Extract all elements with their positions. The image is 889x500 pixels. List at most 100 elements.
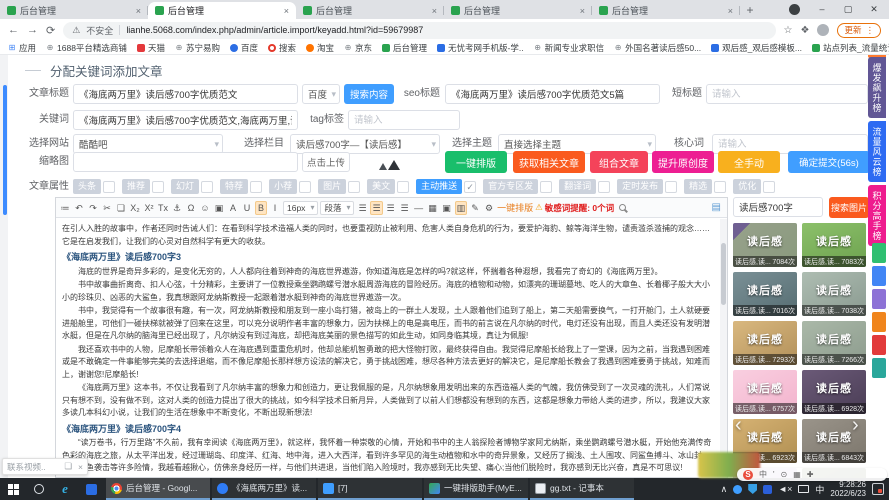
minimize-button[interactable]: – [810,0,834,19]
bookmark-item[interactable]: ⊞ 应用 [8,42,36,54]
attribute-toggle[interactable]: 翻译词 [559,179,611,194]
browser-tab[interactable]: 后台管理 × [444,2,592,19]
align-center-icon[interactable]: ☰ [370,200,383,215]
bookmark-item[interactable]: ⊕ 新闻专业求职信 [534,42,604,54]
color-strip-block[interactable] [872,243,886,263]
taskbar-app[interactable]: [7] [318,478,422,500]
bold-icon[interactable]: B [255,200,267,215]
thumbnail-input[interactable] [73,152,298,172]
attribute-checkbox[interactable] [397,180,410,193]
ime-punct-icon[interactable]: ' [773,470,775,479]
image-thumbnail[interactable]: 读后感 读后感,读... 6757次 [733,370,797,414]
color-strip-block[interactable] [872,312,886,332]
tab-close-icon[interactable]: × [728,6,733,16]
zoom-search-icon[interactable] [619,204,627,211]
bookmark-item[interactable]: 搜索 [267,42,296,54]
cortana-search-button[interactable] [26,478,52,500]
image-thumbnail[interactable]: 读后感 读后感,读... 7038次 [802,272,866,316]
taskbar-clock[interactable]: 9:28:26 2022/6/23 [830,480,866,498]
side-rank-tab[interactable]: 爆发飙升榜 [868,57,886,118]
bookmark-item[interactable]: 百度 [229,42,258,54]
superscript-icon[interactable]: X² [143,201,155,215]
editor-scrollbar-thumb[interactable] [721,243,726,305]
prev-images-arrow[interactable]: ‹ [735,415,742,435]
attribute-toggle[interactable]: 定时发布 [617,179,678,194]
restore-icon[interactable]: ❏ [64,461,72,472]
brush-icon[interactable]: ✎ [469,201,481,215]
tab-search-icon[interactable] [789,4,800,15]
volume-muted-icon[interactable]: ◄× [778,484,792,494]
update-button[interactable]: 更新 ⋮ [837,22,881,38]
attribute-toggle[interactable]: 推荐 [122,179,165,194]
ime-mode-label[interactable]: 中 [759,469,767,480]
attribute-checkbox[interactable] [348,180,361,193]
taskbar-app[interactable]: 一键排版助手(MyE... [424,478,528,500]
left-float-bar[interactable] [3,85,7,215]
attribute-checkbox[interactable] [201,180,214,193]
bookmark-item[interactable]: 天猫 [136,42,165,54]
attribute-checkbox[interactable]: ✓ [464,180,477,193]
underline-icon[interactable]: U [241,201,253,215]
attribute-checkbox[interactable] [714,180,727,193]
align-right-icon[interactable]: ☰ [385,201,397,215]
attribute-toggle[interactable]: 幻灯 [171,179,214,194]
attribute-toggle[interactable]: 头条 [73,179,116,194]
security-shield-icon[interactable] [748,484,758,494]
ime-indicator[interactable]: 中 [815,483,824,496]
editor-print-icon[interactable]: ▤ [712,202,724,213]
forward-icon[interactable]: → [27,24,38,36]
font-size-select[interactable]: 16px [283,200,319,215]
browser-tab[interactable]: 后台管理 × [0,2,148,19]
short-title-input[interactable] [706,84,868,104]
search-images-button[interactable]: 搜索图片 [829,197,869,218]
browser-tab[interactable]: 后台管理 × [592,2,740,19]
horizontal-rule-icon[interactable]: — [413,201,425,215]
omega-icon[interactable]: Ω [185,201,197,215]
confirm-submit-button[interactable]: 确定提交(56s) [788,151,870,173]
redo-icon[interactable]: ↷ [87,201,99,215]
start-button[interactable] [0,478,26,500]
cut-icon[interactable]: ✂ [101,201,113,215]
bookmark-item[interactable]: ⊕ 京东 [344,42,372,54]
close-button[interactable]: ✕ [862,0,886,19]
attribute-checkbox[interactable] [299,180,312,193]
bookmark-item[interactable]: 淘宝 [306,42,334,54]
tab-close-icon[interactable]: × [136,6,141,16]
close-widget-icon[interactable]: × [78,462,83,472]
side-rank-tab[interactable]: 积分高手榜 [868,185,886,246]
attribute-checkbox[interactable] [665,180,678,193]
paste-icon[interactable]: ❏ [115,201,127,215]
subscript-icon[interactable]: X₂ [129,201,141,215]
ime-keyboard-icon[interactable]: ▦ [793,470,801,479]
keywords-input[interactable] [73,110,298,130]
image-thumbnail[interactable]: 读后感 读后感,读... 7083次 [802,223,866,267]
bookmark-item[interactable]: 后台管理 [382,42,427,54]
image-thumbnail[interactable]: 读后感 读后感,读... 7293次 [733,321,797,365]
tray-blue-app-icon[interactable] [763,484,773,494]
taskbar-app[interactable]: 后台管理 - Googl... [106,478,210,500]
color-strip-block[interactable] [872,335,886,355]
bookmark-item[interactable]: ⊕ 苏宁易购 [175,42,220,54]
taskbar-app[interactable]: 《海底两万里》读... [212,478,316,500]
ime-skin-icon[interactable]: ✚ [807,470,814,479]
insert-image-icon[interactable]: ▣ [441,201,453,215]
profile-avatar[interactable] [817,24,830,36]
menu-dots-icon[interactable]: ⋮ [866,25,875,36]
tab-close-icon[interactable]: × [432,6,437,16]
color-strip-block[interactable] [872,289,886,309]
anchor-icon[interactable]: ⚓ [171,201,183,215]
settings-icon[interactable]: ⚙ [483,201,495,215]
maximize-button[interactable]: ▢ [836,0,860,19]
editor-body[interactable]: 在引人入胜的故事中，作者还同时告诫人们：在看到科学技术造福人类的同时，也要重视防… [56,219,720,477]
emotion-icon[interactable]: ☺ [199,201,211,215]
floating-widget[interactable]: 联系视频.. ❏ × [2,458,88,475]
image-thumbnail[interactable]: 读后感 读后感,读... 7266次 [802,321,866,365]
attribute-checkbox[interactable] [152,180,165,193]
omnibox[interactable]: ⚠ 不安全 lianhe.5068.com/index.php/admin/ar… [63,21,776,39]
undo-icon[interactable]: ↶ [73,201,85,215]
bookmark-item[interactable]: ⊕ 外国名著读后感50... [614,42,701,54]
attribute-toggle[interactable]: 官方专区发 [483,179,553,194]
tray-app-icon[interactable] [733,484,743,494]
attribute-toggle[interactable]: 图片 [318,179,361,194]
search-replace-icon[interactable]: ▥ [454,200,468,215]
